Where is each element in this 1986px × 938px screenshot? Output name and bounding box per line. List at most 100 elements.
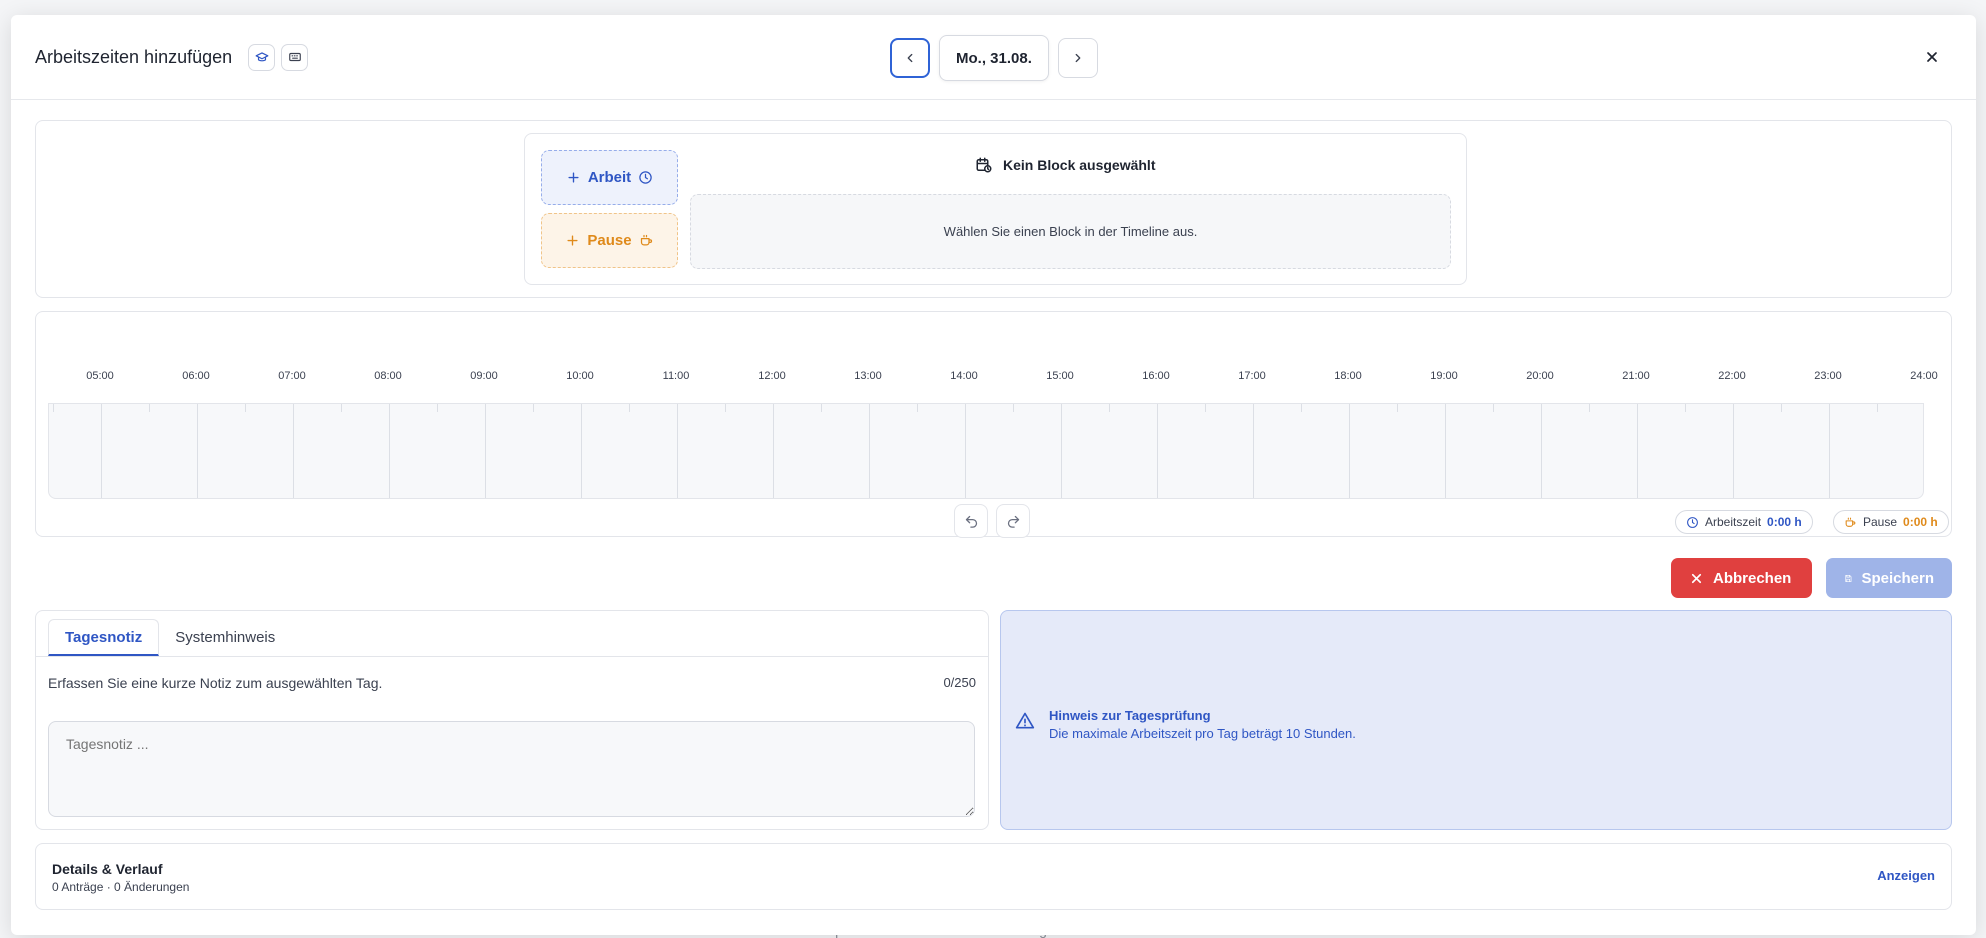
selection-title-text: Kein Block ausgewählt (1003, 157, 1156, 173)
clock-icon (639, 171, 652, 184)
timeline-half-hour-tick (245, 404, 246, 412)
timeline-hour-label: 12:00 (758, 370, 786, 382)
timeline-hour-label: 15:00 (1046, 370, 1074, 382)
timeline-hour-line (197, 404, 198, 498)
timeline-hour-line (1829, 404, 1830, 498)
save-icon (1845, 574, 1852, 582)
tab-tagesnotiz[interactable]: Tagesnotiz (48, 619, 160, 656)
plus-icon (567, 235, 578, 246)
timeline-hour-line (1733, 404, 1734, 498)
timeline-hour-label: 18:00 (1334, 370, 1362, 382)
timeline-half-hour-tick (437, 404, 438, 412)
timeline-hour-line (293, 404, 294, 498)
details-history-card: Details & Verlauf 0 Anträge · 0 Änderung… (35, 843, 1952, 910)
timeline-hour-label: 14:00 (950, 370, 978, 382)
hint-text: Die maximale Arbeitszeit pro Tag beträgt… (1049, 726, 1356, 741)
tutorial-button[interactable] (248, 43, 276, 71)
coffee-icon (640, 234, 652, 246)
timeline-hour-label: 13:00 (854, 370, 882, 382)
timeline-hour-label: 07:00 (278, 370, 306, 382)
timeline-hour-line (581, 404, 582, 498)
current-date[interactable]: Mo., 31.08. (939, 35, 1049, 81)
timeline-hour-line (869, 404, 870, 498)
timeline-half-hour-tick (1781, 404, 1782, 412)
cancel-button[interactable]: Abbrechen (1671, 558, 1812, 598)
timeline-hour-line (1349, 404, 1350, 498)
timeline-half-hour-tick (1301, 404, 1302, 412)
redo-button[interactable] (996, 504, 1030, 538)
timeline-half-hour-tick (1493, 404, 1494, 412)
timeline-hour-line (1637, 404, 1638, 498)
pause-summary-label: Pause (1863, 515, 1898, 529)
note-card: Tagesnotiz Systemhinweis Erfassen Sie ei… (35, 610, 989, 830)
graduation-cap-icon (255, 52, 269, 62)
add-work-block-button[interactable]: Arbeit (541, 150, 678, 205)
plus-icon (568, 172, 579, 183)
modal-actions: Abbrechen Speichern (1671, 558, 1952, 598)
block-editor: Arbeit Pause Kein Block ausgewählt Wähle… (524, 133, 1467, 285)
pause-summary: Pause 0:00 h (1833, 510, 1949, 534)
chevron-left-icon (907, 53, 913, 63)
next-day-button[interactable] (1057, 38, 1098, 78)
timeline-hour-label: 22:00 (1718, 370, 1746, 382)
timeline-half-hour-tick (53, 404, 54, 412)
day-note-textarea[interactable] (48, 721, 975, 817)
keyboard-shortcuts-button[interactable] (281, 43, 309, 71)
timeline-hour-line (1541, 404, 1542, 498)
timeline-half-hour-tick (629, 404, 630, 412)
note-tabs: Tagesnotiz Systemhinweis (48, 619, 291, 656)
block-editor-card: Arbeit Pause Kein Block ausgewählt Wähle… (35, 120, 1952, 298)
worktime-summary-label: Arbeitszeit (1705, 515, 1762, 529)
timeline-hour-line (1157, 404, 1158, 498)
timeline-hour-label: 06:00 (182, 370, 210, 382)
timeline-hour-labels: 05:00 06:00 07:00 08:00 09:00 10:00 11:00 12:00… (36, 370, 1951, 384)
warning-icon (1015, 712, 1035, 729)
details-subtitle: 0 Anträge · 0 Änderungen (52, 880, 190, 894)
worktime-summary: Arbeitszeit 0:00 h (1675, 510, 1813, 534)
timeline-hour-line (1253, 404, 1254, 498)
day-check-hint: Hinweis zur Tagesprüfung Die maximale Ar… (1000, 610, 1952, 830)
timeline-half-hour-tick (1877, 404, 1878, 412)
timeline-grid[interactable] (48, 403, 1924, 499)
selection-title: Kein Block ausgewählt (975, 156, 1155, 174)
timeline-half-hour-tick (1397, 404, 1398, 412)
timeline-hour-label: 20:00 (1526, 370, 1554, 382)
timeline-half-hour-tick (1109, 404, 1110, 412)
chevron-right-icon (1075, 53, 1081, 63)
timeline-hour-line (389, 404, 390, 498)
tab-divider (36, 656, 988, 657)
undo-icon (965, 515, 977, 528)
timeline-hour-label: 23:00 (1814, 370, 1842, 382)
timeline-hour-label: 17:00 (1238, 370, 1266, 382)
tab-systemhinweis[interactable]: Systemhinweis (159, 619, 291, 656)
save-button-label: Speichern (1861, 569, 1934, 587)
modal-title: Arbeitszeiten hinzufügen (35, 46, 233, 67)
timeline-half-hour-tick (1013, 404, 1014, 412)
timeline-hour-label: 19:00 (1430, 370, 1458, 382)
add-pause-block-button[interactable]: Pause (541, 213, 678, 268)
show-details-link[interactable]: Anzeigen (1877, 868, 1935, 883)
save-button[interactable]: Speichern (1826, 558, 1952, 598)
timeline-hour-label: 24:00 (1910, 370, 1938, 382)
worktime-summary-value: 0:00 h (1767, 515, 1802, 529)
timeline-card: 05:00 06:00 07:00 08:00 09:00 10:00 11:00 12:00… (35, 311, 1952, 538)
timeline-half-hour-tick (533, 404, 534, 412)
timeline-hour-line (965, 404, 966, 498)
timeline-hour-line (1445, 404, 1446, 498)
keyboard-icon (288, 52, 301, 62)
timeline-hour-label: 16:00 (1142, 370, 1170, 382)
timeline-half-hour-tick (821, 404, 822, 412)
previous-day-button[interactable] (890, 38, 930, 78)
timeline-hour-line (773, 404, 774, 498)
add-work-label: Arbeit (587, 169, 632, 186)
add-pause-label: Pause (587, 232, 632, 249)
timeline-hour-label: 08:00 (374, 370, 402, 382)
details-title: Details & Verlauf (52, 861, 163, 877)
selection-hint: Wählen Sie einen Block in der Timeline a… (943, 224, 1198, 239)
timeline-hour-line (1061, 404, 1062, 498)
undo-button[interactable] (954, 504, 988, 538)
note-character-counter: 0/250 (943, 675, 976, 690)
timeline-hour-label: 09:00 (470, 370, 498, 382)
timeline-hour-line (485, 404, 486, 498)
close-icon[interactable] (1924, 49, 1940, 65)
